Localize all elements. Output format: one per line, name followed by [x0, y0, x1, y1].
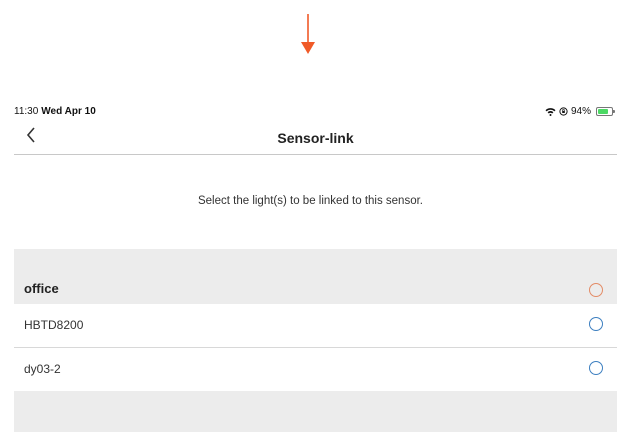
list-item[interactable]: HBTD8200	[14, 304, 617, 348]
wifi-icon	[545, 108, 556, 116]
light-select-radio[interactable]	[589, 317, 603, 331]
list-item[interactable]: dy03-2	[14, 348, 617, 391]
light-select-radio[interactable]	[589, 361, 603, 375]
page-title: Sensor-link	[277, 130, 354, 146]
light-label: dy03-2	[24, 362, 61, 376]
battery-charging-icon	[596, 107, 615, 116]
instruction-text: Select the light(s) to be linked to this…	[197, 195, 423, 207]
navigation-bar: Sensor-link	[14, 122, 617, 155]
status-date: Wed Apr 10	[41, 106, 96, 117]
status-clock: 11:30	[14, 106, 39, 117]
empty-group-area	[14, 391, 617, 432]
light-list: office HBTD8200 dy03-2	[14, 249, 617, 391]
light-label: HBTD8200	[24, 318, 84, 332]
status-indicators: 94%	[545, 106, 615, 117]
status-bar: 11:30 Wed Apr 10 94%	[0, 104, 621, 120]
down-arrow-icon	[301, 14, 315, 54]
status-time: 11:30 Wed Apr 10	[14, 106, 96, 117]
group-select-radio[interactable]	[589, 283, 603, 297]
battery-percent: 94%	[570, 106, 591, 117]
group-label: office	[24, 281, 59, 296]
group-header-office[interactable]: office	[14, 249, 617, 304]
orientation-lock-icon	[559, 107, 568, 116]
